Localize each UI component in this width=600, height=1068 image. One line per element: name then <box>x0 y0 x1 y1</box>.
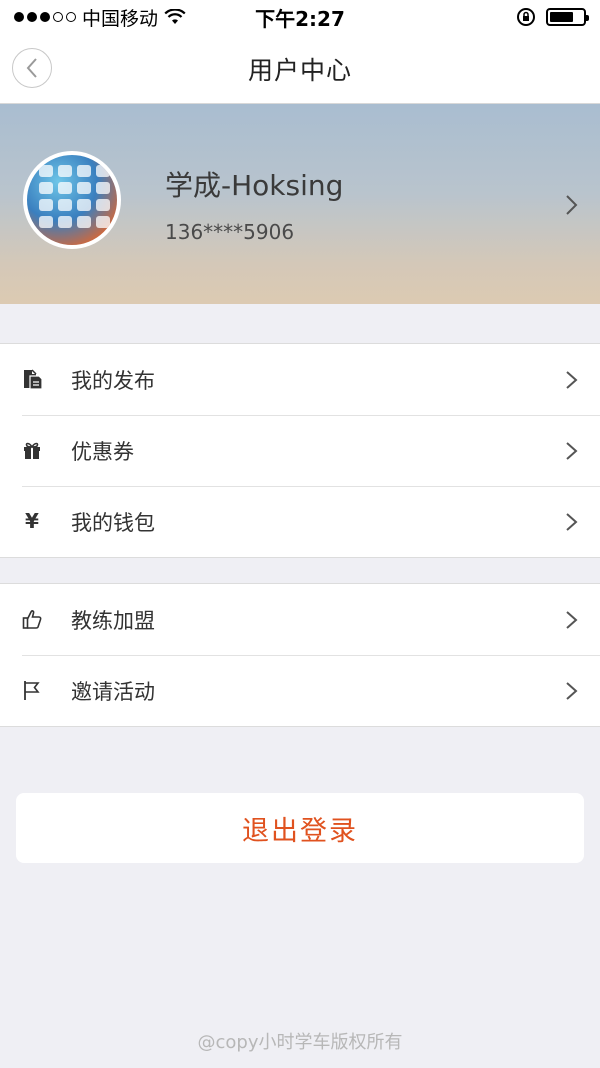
chevron-right-icon <box>566 611 578 629</box>
chevron-right-icon <box>566 513 578 531</box>
chevron-right-icon <box>566 682 578 700</box>
profile-phone: 136****5906 <box>165 220 295 244</box>
menu-item-label: 教练加盟 <box>71 608 155 633</box>
menu-item-label: 邀请活动 <box>71 679 155 704</box>
chevron-right-icon <box>566 442 578 460</box>
menu-item-label: 我的钱包 <box>71 510 155 535</box>
avatar-image <box>39 165 110 228</box>
page-title: 用户中心 <box>247 55 352 85</box>
chevron-right-icon <box>566 195 578 215</box>
menu-item-label: 我的发布 <box>71 368 155 393</box>
menu-item-wallet[interactable]: ¥ 我的钱包 <box>0 486 600 557</box>
status-bar: 中国移动 下午2:27 <box>0 0 600 34</box>
carrier-name: 中国移动 <box>82 7 159 30</box>
wifi-icon <box>164 9 186 24</box>
thumbs-up-icon <box>20 607 44 631</box>
logout-button[interactable]: 退出登录 <box>16 793 584 863</box>
status-right <box>516 7 589 27</box>
menu-item-my-posts[interactable]: 我的发布 <box>0 344 600 415</box>
menu-group-account: 我的发布 优惠券 ¥ 我的钱包 <box>0 343 600 558</box>
back-button[interactable] <box>12 48 52 88</box>
chevron-right-icon <box>566 371 578 389</box>
chevron-left-icon <box>26 58 37 78</box>
document-icon <box>20 367 44 391</box>
flag-icon <box>20 678 44 702</box>
rotation-lock-icon <box>517 8 535 26</box>
profile-header[interactable]: 学成-Hoksing 136****5906 <box>0 104 600 304</box>
gift-icon <box>20 438 44 462</box>
profile-name: 学成-Hoksing <box>165 169 344 202</box>
navigation-bar: 用户中心 <box>0 34 600 104</box>
battery-icon <box>546 8 589 26</box>
status-left: 中国移动 <box>14 4 186 31</box>
menu-item-coach-join[interactable]: 教练加盟 <box>0 584 600 655</box>
signal-strength-icon <box>14 12 76 22</box>
menu-item-label: 优惠券 <box>71 439 134 464</box>
menu-item-invite-event[interactable]: 邀请活动 <box>0 655 600 726</box>
menu-item-coupons[interactable]: 优惠券 <box>0 415 600 486</box>
yen-icon: ¥ <box>25 509 39 533</box>
menu-group-activities: 教练加盟 邀请活动 <box>0 583 600 727</box>
avatar <box>23 151 121 249</box>
copyright-footer: @copy小时学车版权所有 <box>197 1032 403 1053</box>
